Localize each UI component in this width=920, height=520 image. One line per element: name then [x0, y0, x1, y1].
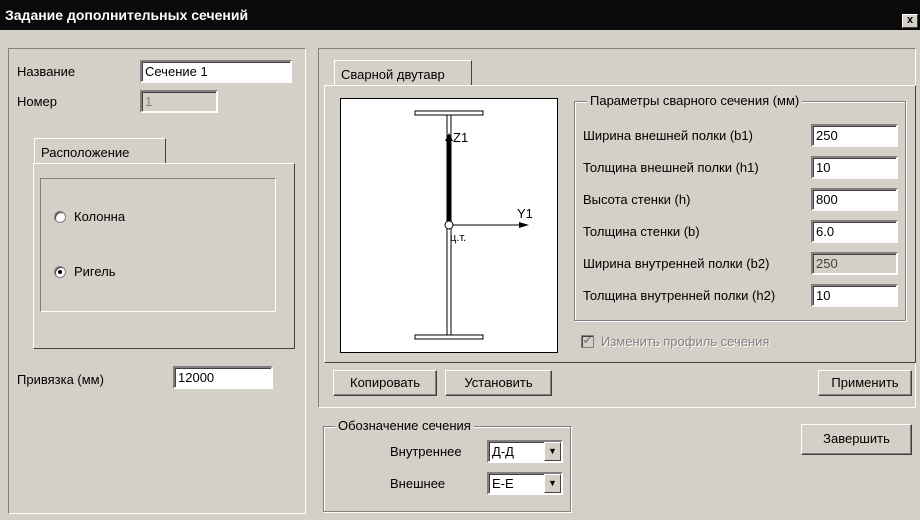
name-input[interactable]: Сечение 1 [140, 60, 292, 83]
apply-button[interactable]: Применить [818, 370, 912, 396]
set-button[interactable]: Установить [445, 370, 552, 396]
bottom-flange [414, 334, 484, 340]
chevron-down-icon[interactable]: ▼ [544, 442, 561, 461]
param-input[interactable]: 800 [811, 188, 898, 211]
outer-select-value: Е-Е [492, 476, 514, 491]
tab-location[interactable]: Расположение [34, 138, 166, 164]
designation-group [323, 426, 571, 512]
inner-select-value: Д-Д [492, 444, 514, 459]
param-input: 250 [811, 252, 898, 275]
y-arrow [519, 222, 529, 228]
z-axis-label: Z1 [453, 130, 468, 145]
close-button[interactable]: x [902, 14, 918, 28]
params-group-title: Параметры сварного сечения (мм) [587, 93, 803, 108]
designation-group-title: Обозначение сечения [335, 418, 474, 433]
location-inner-frame [40, 178, 276, 312]
offset-label: Привязка (мм) [17, 372, 104, 387]
change-profile-label: Изменить профиль сечения [601, 334, 770, 349]
ibeam-diagram: Z1 Y1 ц.т. [414, 110, 533, 340]
param-input[interactable]: 250 [811, 124, 898, 147]
param-input[interactable]: 10 [811, 284, 898, 307]
section-drawing: Z1 Y1 ц.т. [340, 98, 558, 353]
radio-column-label[interactable]: Колонна [74, 209, 125, 224]
radio-beam-label[interactable]: Ригель [74, 264, 116, 279]
param-label: Толщина стенки (b) [583, 224, 700, 239]
radio-column[interactable] [54, 211, 66, 223]
title-bar: Задание дополнительных сечений x [0, 0, 920, 30]
tab-welded-ibeam[interactable]: Сварной двутавр [334, 60, 472, 86]
offset-input[interactable]: 12000 [173, 366, 273, 389]
dialog-window: Задание дополнительных сечений x Названи… [0, 0, 920, 520]
centroid-marker [444, 220, 454, 230]
radio-beam[interactable] [54, 266, 66, 278]
change-profile-checkbox: ✔ [581, 335, 594, 348]
top-flange [414, 110, 484, 116]
param-label: Толщина внутренней полки (h2) [583, 288, 776, 303]
y-axis-label: Y1 [517, 206, 533, 221]
number-input: 1 [140, 90, 218, 113]
param-label: Ширина внешней полки (b1) [583, 128, 753, 143]
outer-label: Внешнее [390, 476, 446, 491]
param-label: Толщина внешней полки (h1) [583, 160, 759, 175]
param-label: Ширина внутренней полки (b2) [583, 256, 770, 271]
chevron-down-icon[interactable]: ▼ [544, 474, 561, 493]
inner-label: Внутреннее [390, 444, 462, 459]
param-input[interactable]: 6.0 [811, 220, 898, 243]
copy-button[interactable]: Копировать [333, 370, 437, 396]
name-label: Название [17, 64, 76, 79]
param-input[interactable]: 10 [811, 156, 898, 179]
number-label: Номер [17, 94, 58, 109]
window-title: Задание дополнительных сечений [5, 7, 249, 23]
param-label: Высота стенки (h) [583, 192, 691, 207]
inner-select[interactable]: Д-Д ▼ [487, 440, 563, 463]
finish-button[interactable]: Завершить [801, 424, 912, 455]
centroid-label: ц.т. [450, 232, 466, 244]
z-arrow [445, 133, 453, 141]
outer-select[interactable]: Е-Е ▼ [487, 472, 563, 495]
